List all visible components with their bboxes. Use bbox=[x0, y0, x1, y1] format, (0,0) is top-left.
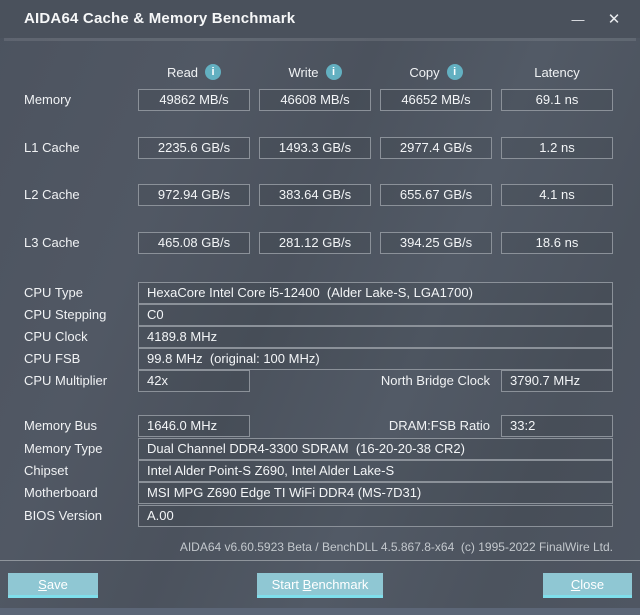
memory-copy-value: 46652 MB/s bbox=[380, 89, 492, 111]
label-north-bridge-clock: North Bridge Clock bbox=[380, 373, 490, 388]
copy-info-icon[interactable]: i bbox=[446, 64, 463, 80]
read-info-icon[interactable]: i bbox=[205, 64, 222, 80]
l2-cache-read-value: 972.94 GB/s bbox=[138, 184, 250, 206]
l2-cache-write-value: 383.64 GB/s bbox=[259, 184, 371, 206]
save-button-label-rest: ave bbox=[46, 576, 68, 592]
bios-version-value: A.00 bbox=[138, 505, 613, 527]
label-cpu-type: CPU Type bbox=[24, 285, 84, 300]
label-cpu-clock: CPU Clock bbox=[24, 329, 88, 344]
label-cpu-fsb: CPU FSB bbox=[24, 351, 81, 366]
l3-cache-read-value: 465.08 GB/s bbox=[138, 232, 250, 254]
label-memory-type: Memory Type bbox=[24, 441, 103, 456]
label-cpu-stepping: CPU Stepping bbox=[24, 307, 107, 322]
dram-fsb-ratio-value: 33:2 bbox=[501, 415, 613, 437]
cpu-multiplier-value: 42x bbox=[138, 370, 250, 392]
memory-latency-value: 69.1 ns bbox=[501, 89, 613, 111]
label-memory-bus: Memory Bus bbox=[24, 418, 97, 433]
minimize-button[interactable]: — bbox=[560, 0, 596, 38]
label-cpu-multiplier: CPU Multiplier bbox=[24, 373, 108, 388]
close-icon: ✕ bbox=[607, 11, 621, 28]
start-benchmark-button[interactable]: Start Benchmark bbox=[257, 573, 383, 598]
minimize-icon: — bbox=[571, 11, 585, 27]
close-window-button[interactable]: ✕ bbox=[596, 0, 632, 38]
window-title: AIDA64 Cache & Memory Benchmark bbox=[24, 10, 296, 27]
l3-cache-write-value: 281.12 GB/s bbox=[259, 232, 371, 254]
column-header-copy: Copy i bbox=[380, 61, 492, 83]
close-button-label-rest: lose bbox=[580, 576, 605, 592]
bottom-strip bbox=[0, 608, 640, 615]
row-label-l3-cache: L3 Cache bbox=[24, 235, 80, 250]
column-header-latency: Latency bbox=[501, 61, 613, 83]
l1-cache-copy-value: 2977.4 GB/s bbox=[380, 137, 492, 159]
l1-cache-read-value: 2235.6 GB/s bbox=[138, 137, 250, 159]
memory-write-value: 46608 MB/s bbox=[259, 89, 371, 111]
cpu-clock-value: 4189.8 MHz bbox=[138, 326, 613, 348]
save-button-accesskey: S bbox=[38, 576, 47, 592]
l2-cache-latency-value: 4.1 ns bbox=[501, 184, 613, 206]
l3-cache-copy-value: 394.25 GB/s bbox=[380, 232, 492, 254]
window-controls: — ✕ bbox=[560, 0, 632, 38]
footer-divider bbox=[0, 560, 640, 561]
north-bridge-clock-value: 3790.7 MHz bbox=[501, 370, 613, 392]
column-header-write-label: Write bbox=[288, 64, 319, 80]
column-header-copy-label: Copy bbox=[409, 64, 440, 80]
close-button-accesskey: C bbox=[570, 576, 581, 592]
label-motherboard: Motherboard bbox=[24, 485, 98, 500]
l1-cache-latency-value: 1.2 ns bbox=[501, 137, 613, 159]
memory-bus-value: 1646.0 MHz bbox=[138, 415, 250, 437]
memory-type-value: Dual Channel DDR4-3300 SDRAM (16-20-20-3… bbox=[138, 438, 613, 460]
row-label-l2-cache: L2 Cache bbox=[24, 187, 80, 202]
start-benchmark-label-rest: enchmark bbox=[311, 576, 369, 592]
label-bios-version: BIOS Version bbox=[24, 508, 103, 523]
close-button[interactable]: Close bbox=[543, 573, 632, 598]
version-credit-text: AIDA64 v6.60.5923 Beta / BenchDLL 4.5.86… bbox=[179, 540, 613, 554]
write-info-icon[interactable]: i bbox=[325, 64, 342, 80]
l2-cache-copy-value: 655.67 GB/s bbox=[380, 184, 492, 206]
column-header-latency-label: Latency bbox=[534, 64, 580, 80]
label-dram-fsb-ratio: DRAM:FSB Ratio bbox=[388, 418, 490, 433]
l1-cache-write-value: 1493.3 GB/s bbox=[259, 137, 371, 159]
column-header-read: Read i bbox=[138, 61, 250, 83]
titlebar: AIDA64 Cache & Memory Benchmark — ✕ bbox=[0, 0, 640, 38]
cpu-fsb-value: 99.8 MHz (original: 100 MHz) bbox=[138, 348, 613, 370]
cpu-stepping-value: C0 bbox=[138, 304, 613, 326]
column-header-write: Write i bbox=[259, 61, 371, 83]
save-button[interactable]: Save bbox=[8, 573, 98, 598]
cpu-type-value: HexaCore Intel Core i5-12400 (Alder Lake… bbox=[138, 282, 613, 304]
motherboard-value: MSI MPG Z690 Edge TI WiFi DDR4 (MS-7D31) bbox=[138, 482, 613, 504]
l3-cache-latency-value: 18.6 ns bbox=[501, 232, 613, 254]
row-label-l1-cache: L1 Cache bbox=[24, 140, 80, 155]
chipset-value: Intel Alder Point-S Z690, Intel Alder La… bbox=[138, 460, 613, 482]
titlebar-highlight bbox=[4, 38, 636, 41]
aida64-benchmark-window: AIDA64 Cache & Memory Benchmark — ✕ Read… bbox=[0, 0, 640, 615]
label-chipset: Chipset bbox=[24, 463, 69, 478]
row-label-memory: Memory bbox=[24, 92, 71, 107]
column-header-read-label: Read bbox=[166, 64, 199, 80]
start-benchmark-label-pre: Start bbox=[271, 576, 303, 592]
memory-read-value: 49862 MB/s bbox=[138, 89, 250, 111]
